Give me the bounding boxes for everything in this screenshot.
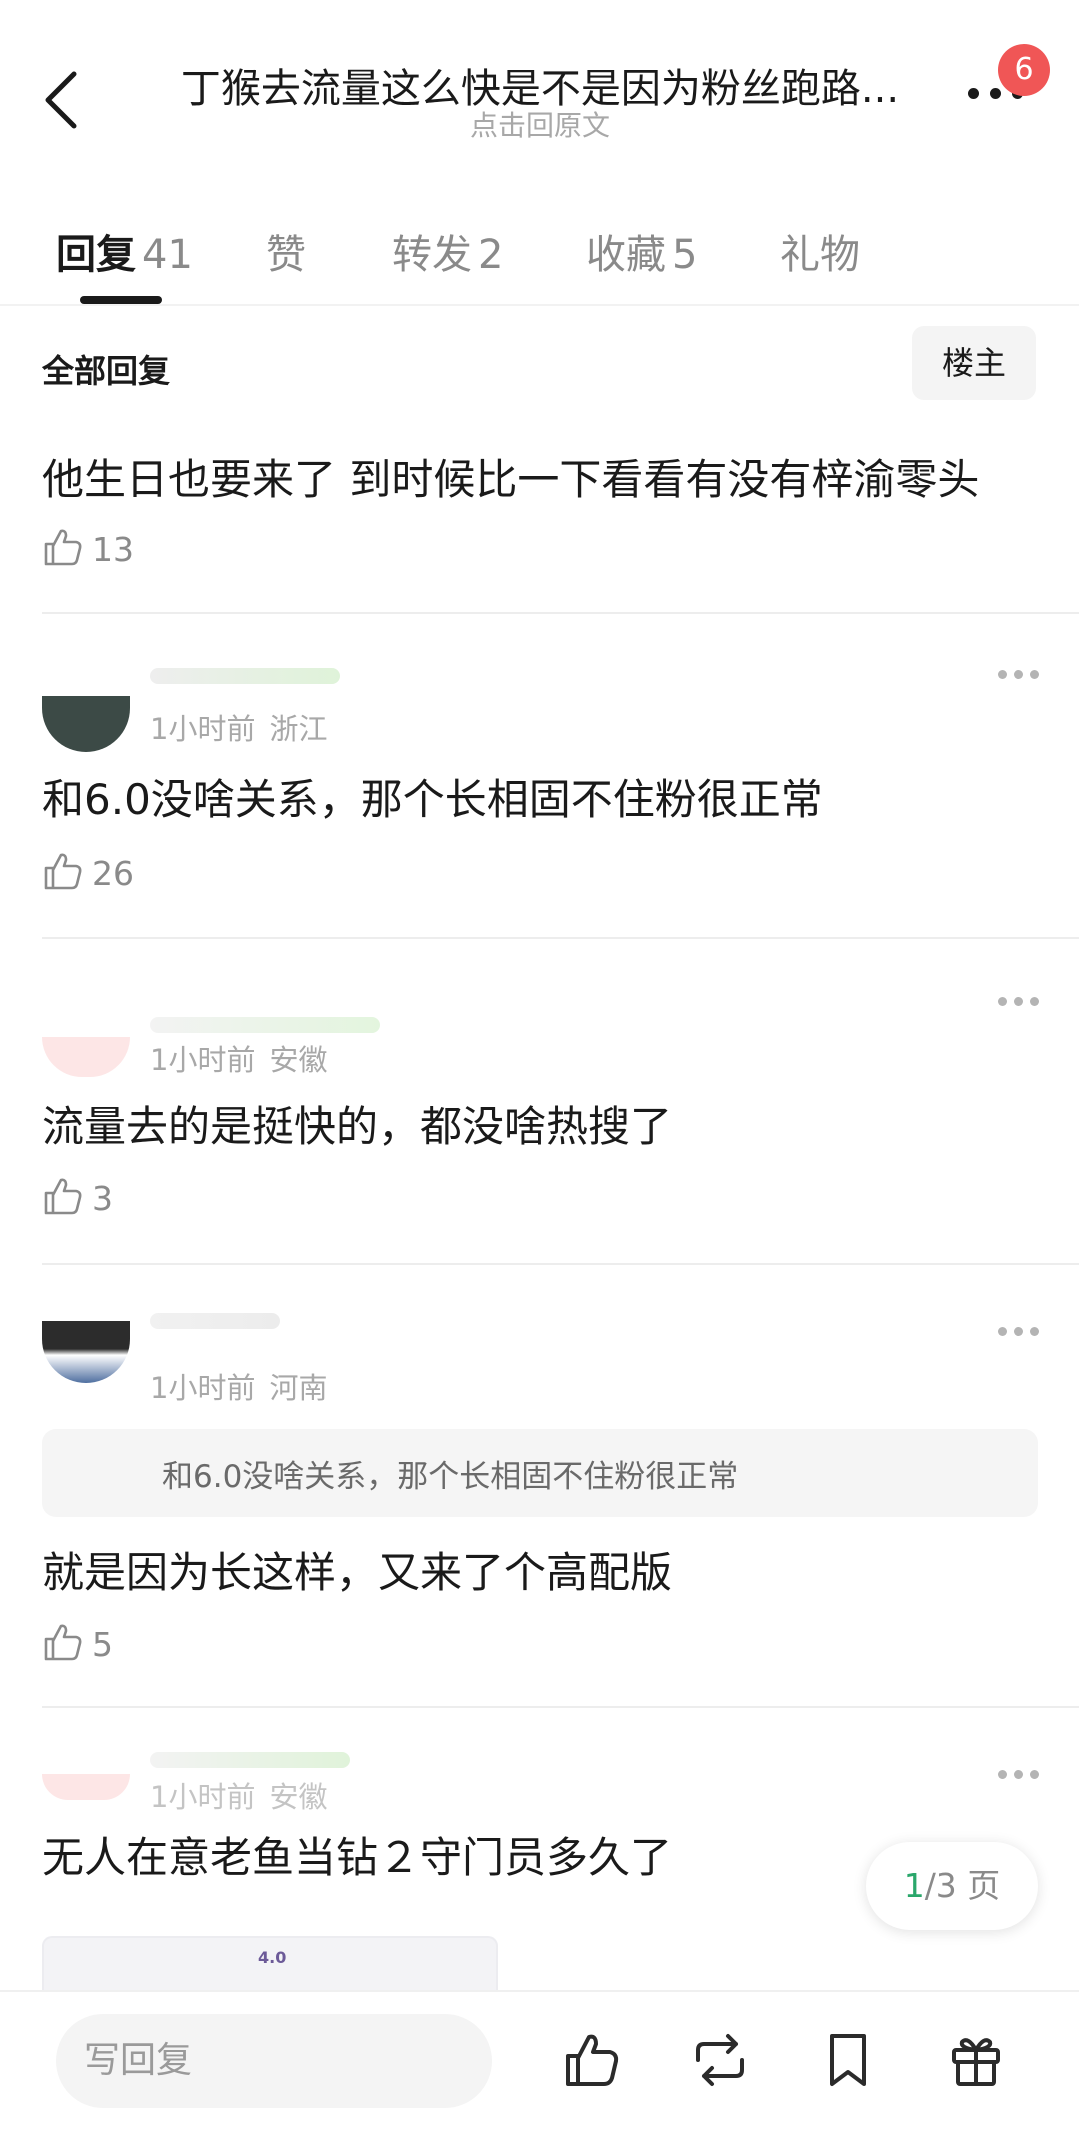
repost-button[interactable]: [690, 2030, 750, 2090]
comment-meta: 1小时前 安徽: [150, 1780, 328, 1814]
active-tab-indicator: [80, 296, 162, 304]
more-dots-icon: [998, 1770, 1007, 1779]
avatar[interactable]: [42, 696, 130, 752]
thumbs-up-icon: [44, 529, 82, 566]
tab-reposts[interactable]: 转发 2: [392, 222, 503, 280]
comment-more-button[interactable]: [998, 997, 1040, 1009]
quoted-text: 和6.0没啥关系，那个长相固不住粉很正常: [162, 1459, 739, 1495]
divider: [42, 1706, 1079, 1708]
bottom-action-bar: 写回复: [0, 1990, 1079, 2131]
more-dots-icon: [998, 1327, 1007, 1336]
gift-button[interactable]: [946, 2030, 1006, 2090]
chevron-left-icon: [45, 71, 77, 129]
top-nav-bar: 丁猴去流量这么快是不是因为粉丝跑路... 点击回原文 6: [0, 0, 1079, 150]
avatar[interactable]: [42, 1321, 130, 1383]
bookmark-icon: [830, 2034, 866, 2086]
comment-text: 他生日也要来了 到时候比一下看看有没有梓渝零头: [42, 455, 980, 504]
like-post-button[interactable]: [562, 2030, 622, 2090]
back-to-original-link[interactable]: 点击回原文: [370, 104, 710, 144]
divider: [42, 937, 1079, 939]
like-count: 26: [92, 854, 134, 893]
comment-more-button[interactable]: [998, 1770, 1040, 1782]
all-replies-label: 全部回复: [42, 352, 171, 390]
comment-text: 和6.0没啥关系，那个长相固不住粉很正常: [42, 775, 823, 824]
tab-gifts[interactable]: 礼物: [780, 222, 860, 280]
comment-text: 无人在意老鱼当钻２守门员多久了: [42, 1833, 673, 1882]
back-button[interactable]: [36, 64, 86, 134]
notification-badge[interactable]: 6: [998, 44, 1050, 96]
comment-more-button[interactable]: [998, 1327, 1040, 1339]
avatar[interactable]: [42, 1037, 130, 1077]
like-count: 5: [92, 1625, 113, 1664]
reply-input[interactable]: 写回复: [56, 2014, 492, 2108]
more-dots-icon: [998, 997, 1007, 1006]
thumbs-up-icon: [44, 853, 82, 890]
thumbs-up-icon: [44, 1178, 82, 1215]
favorite-button[interactable]: [818, 2030, 878, 2090]
avatar[interactable]: [42, 1774, 130, 1800]
like-count: 13: [92, 530, 134, 569]
image-caption: 4.0: [258, 1948, 287, 1967]
comment-meta: 1小时前 安徽: [150, 1043, 328, 1077]
more-dots-icon: [968, 88, 979, 99]
comment-meta: 1小时前 浙江: [150, 712, 328, 746]
tab-favorites[interactable]: 收藏 5: [586, 222, 697, 280]
tab-replies[interactable]: 回复 41: [56, 222, 193, 280]
tab-likes[interactable]: 赞: [266, 222, 306, 280]
username-redacted: [150, 1017, 380, 1033]
divider: [42, 1263, 1079, 1265]
comment-more-button[interactable]: [998, 670, 1040, 682]
comment-text: 就是因为长这样，又来了个高配版: [42, 1548, 673, 1597]
comment-meta: 1小时前 河南: [150, 1371, 328, 1405]
comment-image[interactable]: 4.0: [42, 1936, 498, 1990]
op-only-button[interactable]: 楼主: [912, 326, 1036, 400]
username-redacted: [150, 1313, 280, 1329]
comment-text: 流量去的是挺快的，都没啥热搜了: [42, 1102, 673, 1151]
interaction-tabs: 回复 41 赞 转发 2 收藏 5 礼物: [0, 210, 1079, 306]
repost-icon: [696, 2034, 744, 2086]
like-count: 3: [92, 1179, 113, 1218]
username-redacted: [150, 1752, 350, 1768]
divider: [42, 612, 1079, 614]
more-dots-icon: [998, 670, 1007, 679]
thumbs-up-icon: [44, 1624, 82, 1661]
quoted-comment[interactable]: 和6.0没啥关系，那个长相固不住粉很正常: [42, 1429, 1038, 1517]
page-indicator[interactable]: 1/3 页: [866, 1842, 1038, 1930]
username-redacted: [150, 668, 340, 684]
thumbs-up-icon: [566, 2034, 619, 2086]
gift-icon: [952, 2038, 1000, 2086]
